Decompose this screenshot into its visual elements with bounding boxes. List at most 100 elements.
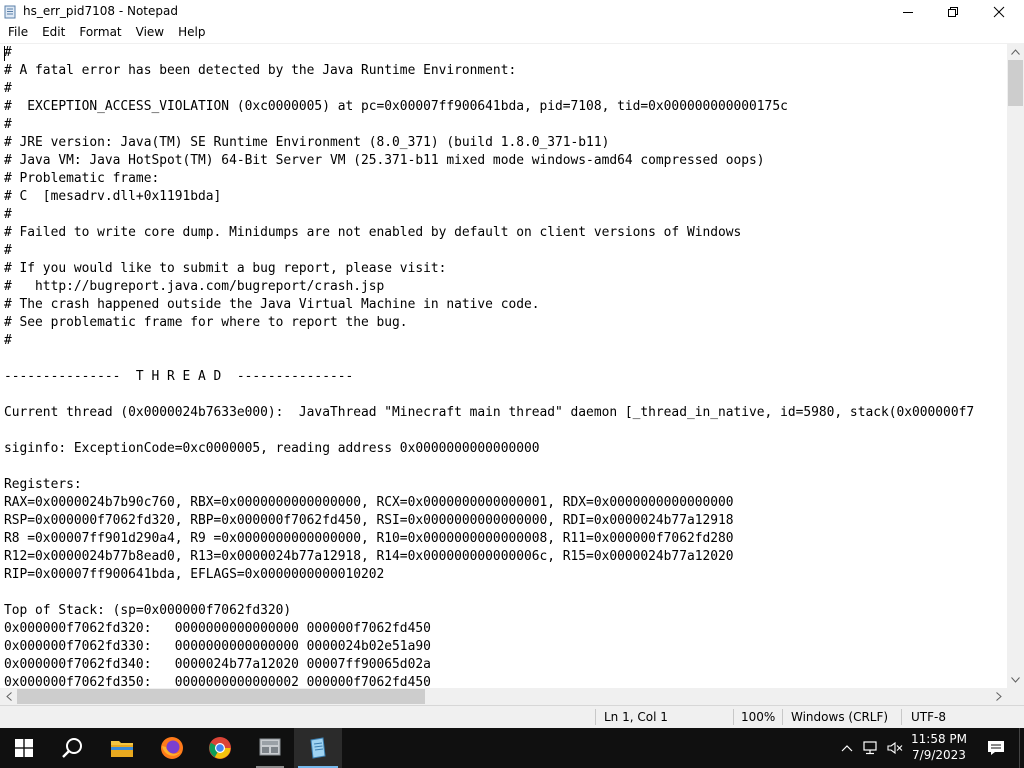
chevron-up-icon [1011,48,1020,55]
editor-line: 0x000000f7062fd330: 0000000000000000 000… [4,639,431,654]
scroll-down-button[interactable] [1007,671,1024,688]
editor-line: Current thread (0x0000024b7633e000): Jav… [4,405,975,420]
search-button[interactable] [48,728,96,768]
editor-line: RAX=0x0000024b7b90c760, RBX=0x0000000000… [4,495,734,510]
vertical-scroll-thumb[interactable] [1008,60,1023,106]
editor-line: # If you would like to submit a bug repo… [4,261,447,276]
editor-line: Top of Stack: (sp=0x000000f7062fd320) [4,603,292,618]
editor-line: # A fatal error has been detected by the… [4,63,517,78]
tray-volume[interactable] [884,728,906,768]
menu-view[interactable]: View [129,23,171,43]
window-title: hs_err_pid7108 - Notepad [23,4,178,18]
line-ending: Windows (CRLF) [791,710,889,724]
menu-file[interactable]: File [1,23,35,43]
action-center-button[interactable] [976,728,1016,768]
menu-edit[interactable]: Edit [35,23,72,43]
editor-line: 0x000000f7062fd350: 0000000000000002 000… [4,675,431,688]
text-caret [4,46,5,61]
chevron-down-icon [1011,676,1020,683]
taskbar-file-explorer[interactable] [98,728,146,768]
close-icon [993,6,1005,17]
editor-line: # http://bugreport.java.com/bugreport/cr… [4,279,385,294]
menu-bar: File Edit Format View Help [0,23,1024,43]
editor-line: RIP=0x00007ff900641bda, EFLAGS=0x0000000… [4,567,385,582]
status-separator [901,709,902,725]
notepad-app-icon [3,4,17,19]
editor-line: # [4,45,12,60]
minimize-button[interactable] [885,0,931,23]
scroll-left-button[interactable] [0,688,17,705]
scroll-corner [1007,688,1024,705]
editor-line: # The crash happened outside the Java Vi… [4,297,540,312]
restore-icon [948,6,958,17]
scroll-up-button[interactable] [1007,43,1024,60]
clock-time: 11:58 PM [911,732,967,746]
start-button[interactable] [0,728,48,768]
editor-line: Registers: [4,477,82,492]
zoom-level: 100% [741,710,776,724]
horizontal-scrollbar[interactable] [0,688,1007,705]
chrome-icon [209,737,231,759]
taskbar-clock[interactable]: 11:58 PM 7/9/2023 [906,731,972,767]
tray-overflow-button[interactable] [838,728,856,768]
vertical-scrollbar[interactable] [1007,43,1024,688]
firefox-icon [161,737,183,759]
close-button[interactable] [976,0,1022,23]
taskbar-firefox[interactable] [148,728,196,768]
editor-line: 0x000000f7062fd340: 0000024b77a12020 000… [4,657,431,672]
chevron-left-icon [5,692,12,701]
windows-start-icon [15,739,33,757]
status-separator [595,709,596,725]
editor-line: # [4,81,12,96]
encoding: UTF-8 [911,710,946,724]
editor-line: # [4,333,12,348]
minimize-icon [903,11,913,13]
editor-line: # See problematic frame for where to rep… [4,315,408,330]
editor-line: --------------- T H R E A D ------------… [4,369,354,384]
editor-line: # EXCEPTION_ACCESS_VIOLATION (0xc0000005… [4,99,788,114]
editor-line: # C [mesadrv.dll+0x1191bda] [4,189,222,204]
chevron-right-icon [995,692,1002,701]
menu-format[interactable]: Format [72,23,128,43]
editor-line: # [4,243,12,258]
taskbar: 11:58 PM 7/9/2023 [0,728,1024,768]
taskbar-chrome[interactable] [196,728,244,768]
volume-muted-icon [887,741,903,755]
tray-network[interactable] [860,728,882,768]
minecraft-launcher-icon [259,738,281,756]
cursor-position: Ln 1, Col 1 [604,710,668,724]
editor-line: RSP=0x000000f7062fd320, RBP=0x000000f706… [4,513,734,528]
notification-icon [988,741,1004,755]
title-bar[interactable]: hs_err_pid7108 - Notepad [0,0,1024,23]
taskbar-minecraft-launcher[interactable] [246,728,294,768]
editor-line: # Failed to write core dump. Minidumps a… [4,225,742,240]
taskbar-notepad[interactable] [294,728,342,768]
editor-line: 0x000000f7062fd320: 0000000000000000 000… [4,621,431,636]
search-icon [62,738,82,758]
editor-line: # Problematic frame: [4,171,160,186]
editor-line: siginfo: ExceptionCode=0xc0000005, readi… [4,441,540,456]
editor-line: R12=0x0000024b77b8ead0, R13=0x0000024b77… [4,549,734,564]
status-separator [782,709,783,725]
editor-line: # [4,207,12,222]
text-editor[interactable]: # # A fatal error has been detected by th… [0,43,1007,688]
network-icon [863,741,877,755]
menu-help[interactable]: Help [171,23,212,43]
editor-line: # Java VM: Java HotSpot(TM) 64-Bit Serve… [4,153,765,168]
horizontal-scroll-thumb[interactable] [17,689,425,704]
clock-date: 7/9/2023 [912,748,966,762]
status-bar: Ln 1, Col 1 100% Windows (CRLF) UTF-8 [0,705,1024,728]
show-desktop-button[interactable] [1019,728,1024,768]
editor-line: # [4,117,12,132]
maximize-button[interactable] [930,0,976,23]
notepad-icon [310,737,326,759]
scroll-right-button[interactable] [990,688,1007,705]
status-separator [733,709,734,725]
editor-line: # JRE version: Java(TM) SE Runtime Envir… [4,135,610,150]
editor-text: # # A fatal error has been detected by th… [4,44,974,688]
